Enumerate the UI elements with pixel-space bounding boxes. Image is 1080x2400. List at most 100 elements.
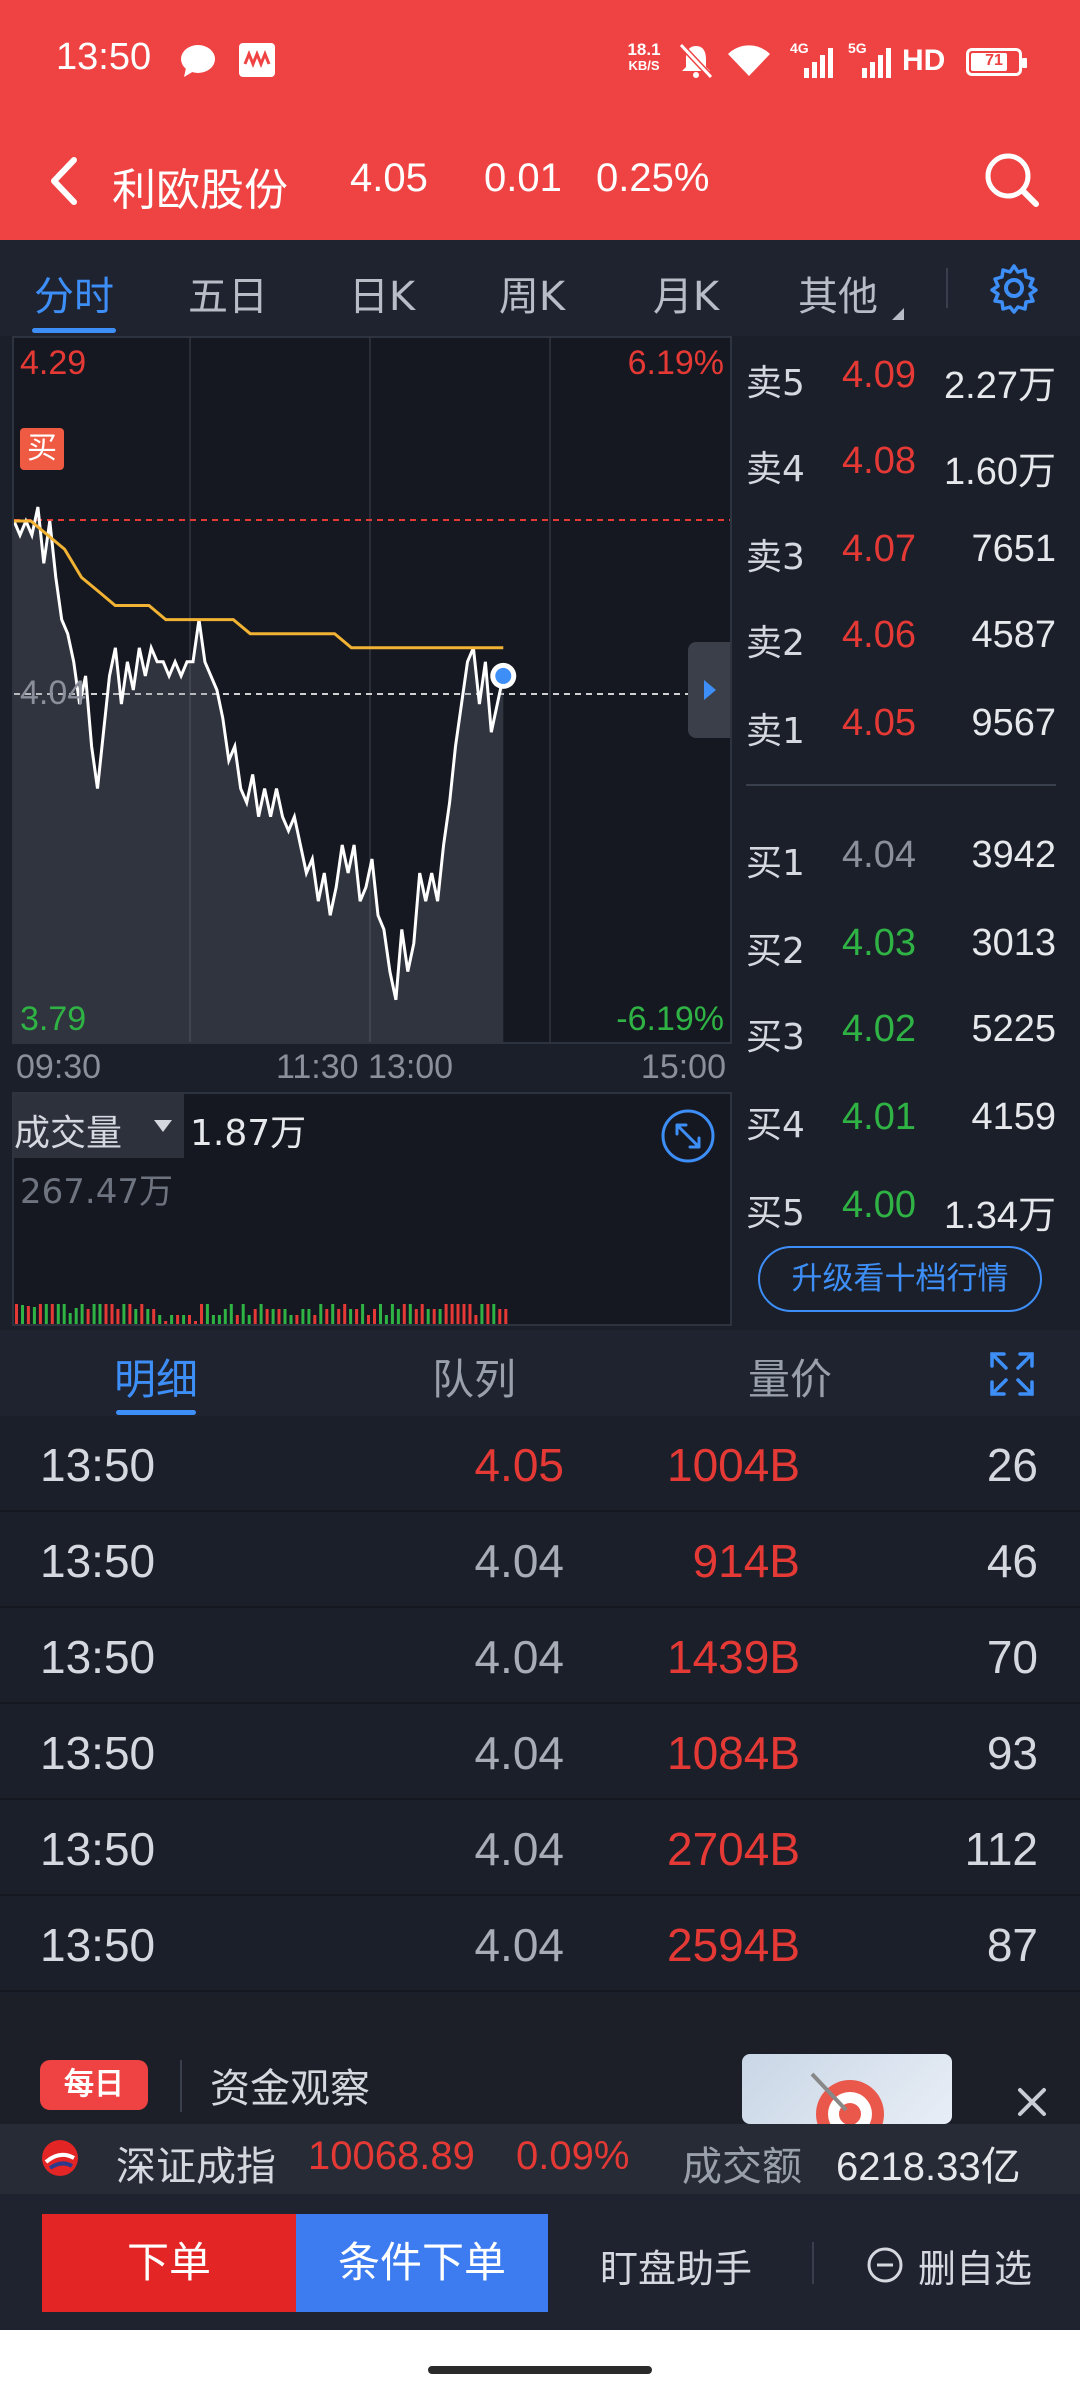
volume-bar — [259, 1304, 263, 1324]
volume-bar — [486, 1304, 490, 1324]
volume-bar — [390, 1304, 394, 1324]
tab-five-day[interactable]: 五日 — [158, 264, 298, 322]
signal-bars-icon — [804, 48, 833, 78]
bid-row-4[interactable]: 买4 4.01 4159 — [746, 1088, 1066, 1148]
volume-bar — [116, 1309, 120, 1324]
volume-bar — [325, 1309, 329, 1324]
trade-row: 13:50 4.04 914B 46 — [0, 1512, 1080, 1608]
volume-bar — [134, 1309, 138, 1324]
volume-bar — [271, 1309, 275, 1324]
tab-divider — [946, 268, 948, 308]
volume-bar — [367, 1315, 370, 1324]
ask-row-1[interactable]: 卖1 4.05 9567 — [746, 694, 1066, 754]
volume-bar — [498, 1309, 502, 1324]
tab-weekly-k[interactable]: 周K — [462, 264, 602, 322]
turnover-label: 成交额 — [682, 2144, 802, 2190]
volume-bar — [402, 1304, 406, 1324]
volume-bar — [331, 1304, 335, 1324]
volume-bar — [164, 1321, 168, 1324]
mute-bell-icon — [678, 42, 714, 80]
tab-other[interactable]: 其他 — [768, 264, 908, 322]
ask-row-5[interactable]: 卖5 4.09 2.27万 — [746, 346, 1066, 407]
volume-bar — [480, 1304, 484, 1324]
volume-bar — [44, 1304, 48, 1324]
ask-row-3[interactable]: 卖3 4.07 7651 — [746, 520, 1066, 580]
signal-bars-icon — [862, 48, 891, 78]
ask-row-2[interactable]: 卖2 4.06 4587 — [746, 606, 1066, 666]
volume-bar — [420, 1304, 424, 1324]
chart-expand-handle[interactable] — [688, 642, 730, 738]
action-divider — [812, 2242, 814, 2284]
volume-bar — [128, 1304, 132, 1324]
daily-banner[interactable]: 每日 资金观察 — [0, 1994, 1080, 2124]
tab-monthly-k[interactable]: 月K — [616, 264, 756, 322]
hd-indicator: HD — [902, 44, 946, 77]
volume-bar — [408, 1304, 412, 1324]
index-ticker[interactable]: 深证成指 10068.89 0.09% 成交额 6218.33亿 — [0, 2124, 1080, 2194]
ask-row-4[interactable]: 卖4 4.08 1.60万 — [746, 432, 1066, 493]
volume-bar — [241, 1304, 245, 1324]
home-indicator[interactable] — [428, 2366, 652, 2374]
detail-tab-indicator — [116, 1410, 196, 1415]
tab-volume-price[interactable]: 量价 — [690, 1346, 890, 1407]
expand-icon[interactable] — [988, 1350, 1036, 1398]
intraday-chart[interactable]: 4.29 6.19% 4.04 3.79 -6.19% 买 — [12, 336, 732, 1044]
price-mid-label: 4.04 — [20, 674, 87, 712]
gear-icon[interactable] — [988, 262, 1040, 314]
index-name: 深证成指 — [116, 2144, 276, 2190]
volume-bar — [301, 1309, 305, 1324]
volume-bar — [205, 1304, 209, 1324]
volume-bar — [170, 1315, 174, 1324]
volume-bar — [265, 1309, 269, 1324]
detail-tabs: 明细 队列 量价 — [0, 1330, 1080, 1416]
conditional-order-button[interactable]: 条件下单 — [296, 2214, 548, 2312]
tab-queue[interactable]: 队列 — [374, 1346, 574, 1407]
action-bar: 下单 条件下单 盯盘助手 删自选 — [0, 2194, 1080, 2330]
volume-bar — [188, 1315, 191, 1324]
tab-daily-k[interactable]: 日K — [312, 264, 452, 322]
bid-row-3[interactable]: 买3 4.02 5225 — [746, 1000, 1066, 1060]
banner-title: 资金观察 — [210, 2066, 370, 2112]
volume-bar — [337, 1309, 341, 1324]
volume-bar — [92, 1304, 96, 1324]
bid-row-5[interactable]: 买5 4.00 1.34万 — [746, 1176, 1066, 1237]
volume-bar — [15, 1304, 18, 1324]
volume-bar — [68, 1313, 72, 1324]
dropdown-triangle-icon — [892, 308, 904, 320]
volume-bar — [74, 1308, 78, 1324]
chat-bubble-icon — [181, 45, 215, 77]
trade-row: 13:50 4.04 2704B 112 — [0, 1800, 1080, 1896]
price-high-label: 4.29 — [20, 344, 87, 382]
tab-intraday[interactable]: 分时 — [4, 264, 144, 322]
volume-panel: 成交量 1.87万 267.47万 — [12, 1092, 732, 1326]
back-arrow-icon[interactable] — [30, 146, 100, 216]
volume-bar — [361, 1304, 365, 1324]
bid-row-2[interactable]: 买2 4.03 3013 — [746, 914, 1066, 974]
volume-bar — [110, 1304, 114, 1324]
banner-thumbnail — [742, 2054, 952, 2124]
volume-bar — [146, 1309, 150, 1324]
volume-bar — [98, 1304, 102, 1324]
volume-bar — [235, 1315, 239, 1324]
volume-bar — [21, 1305, 24, 1324]
watch-assistant-button[interactable]: 盯盘助手 — [600, 2238, 752, 2293]
volume-bar — [122, 1304, 126, 1324]
volume-bars — [15, 1304, 508, 1324]
search-icon[interactable] — [976, 144, 1048, 216]
tab-detail[interactable]: 明细 — [56, 1346, 256, 1407]
volume-bar — [456, 1304, 460, 1324]
buy-marker-badge: 买 — [20, 428, 64, 470]
volume-bar — [200, 1304, 203, 1324]
volume-bar — [450, 1304, 454, 1324]
volume-bar — [384, 1315, 388, 1324]
place-order-button[interactable]: 下单 — [42, 2214, 296, 2312]
close-icon[interactable] — [1012, 2082, 1052, 2122]
upgrade-ten-level-button[interactable]: 升级看十档行情 — [758, 1246, 1042, 1312]
intraday-chart-svg — [14, 338, 730, 1042]
wifi-icon — [728, 45, 770, 76]
play-arrow-icon — [704, 680, 716, 700]
current-price-marker-dot — [495, 667, 512, 684]
volume-bar — [307, 1309, 311, 1324]
remove-watchlist-button[interactable]: 删自选 — [918, 2238, 1032, 2293]
bid-row-1[interactable]: 买1 4.04 3942 — [746, 826, 1066, 886]
